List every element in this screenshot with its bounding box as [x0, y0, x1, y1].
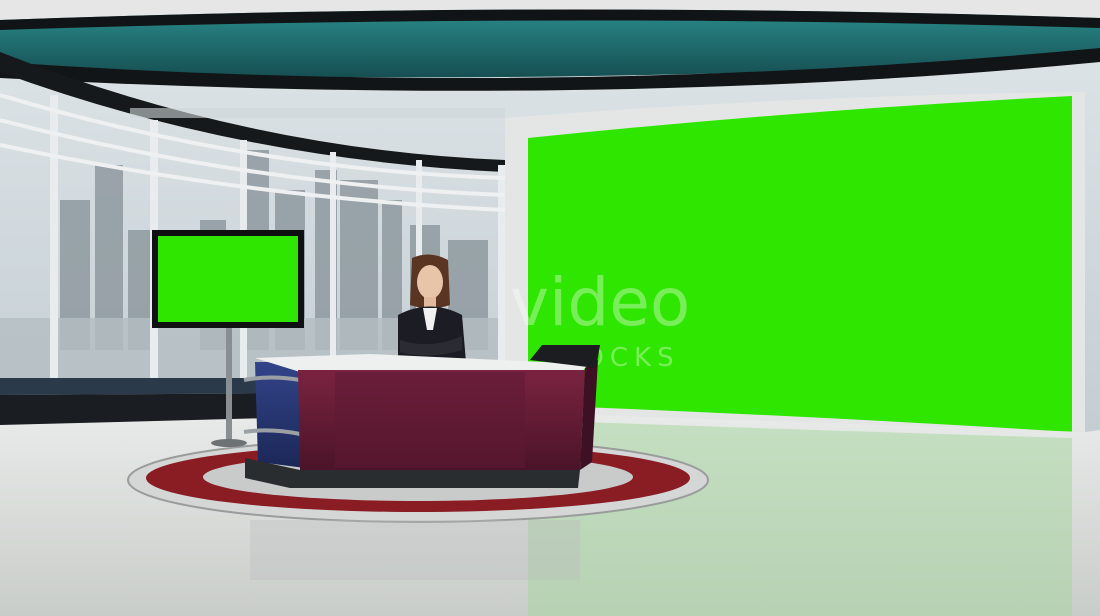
news-desk — [243, 345, 600, 488]
monitor-pole — [226, 325, 232, 443]
monitor-base — [211, 439, 247, 447]
news-studio-scene: video BLOCKS — [0, 0, 1100, 616]
desk-reflection — [250, 520, 580, 580]
studio-illustration: video BLOCKS — [0, 0, 1100, 616]
monitor-green-screen — [158, 236, 298, 322]
desk-front-inset — [335, 372, 525, 468]
window-top-frame — [130, 108, 505, 118]
watermark-brand: video — [510, 264, 690, 341]
